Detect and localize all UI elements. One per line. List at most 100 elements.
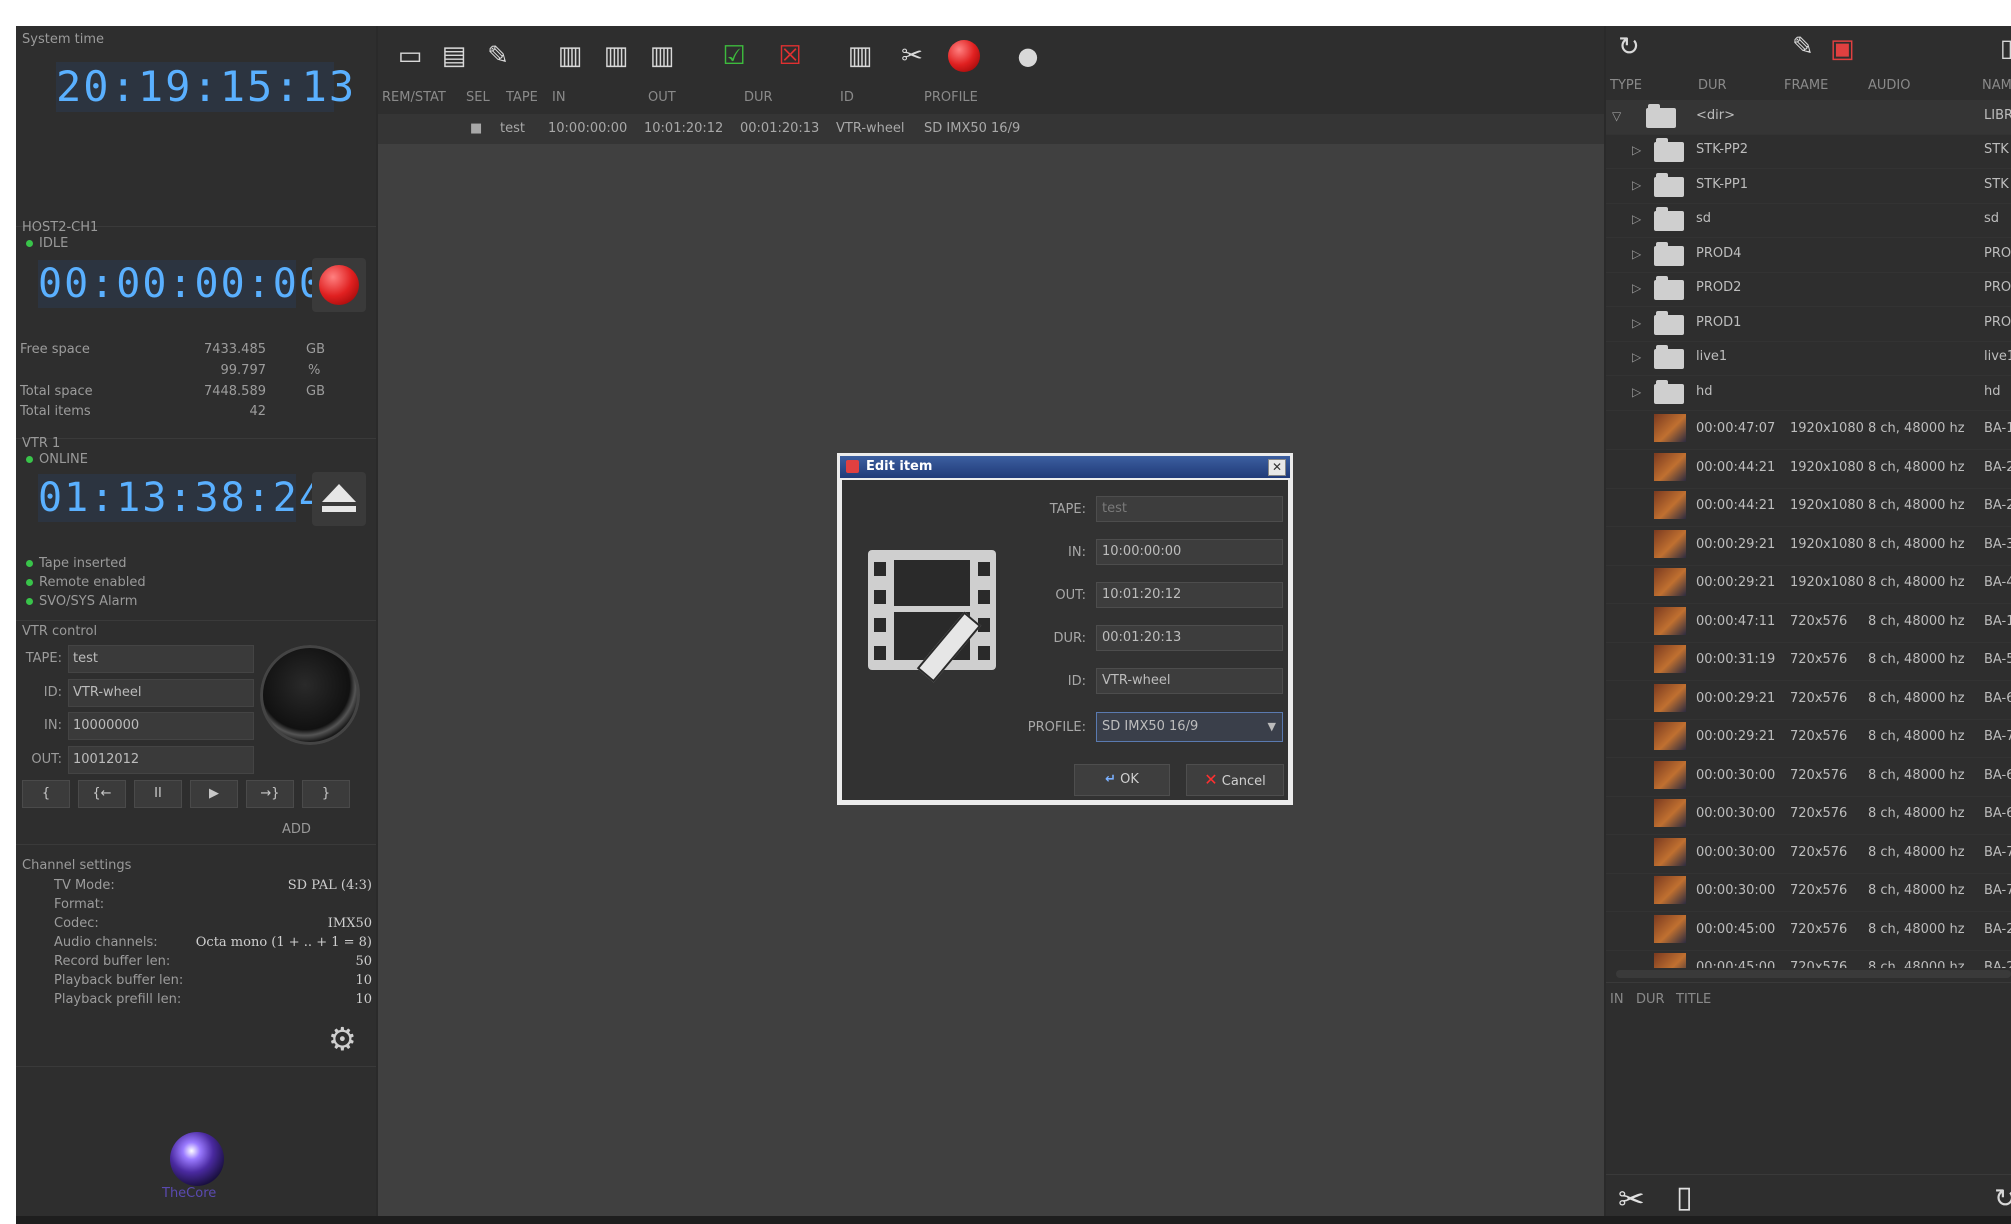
dialog-tape-input[interactable]: test (1096, 496, 1283, 522)
expand-arrow-icon[interactable]: ▷ (1632, 385, 1641, 399)
column-header[interactable]: DUR (1698, 78, 1727, 93)
bulb-icon[interactable]: ● (1010, 38, 1046, 74)
clip-audio: 8 ch, 48000 hz (1868, 690, 1965, 706)
tree-root-row[interactable]: ▽ <dir> LIBR (1606, 100, 2011, 135)
clip-row[interactable]: 00:00:47:11 720x576 8 ch, 48000 hz BA-1 (1606, 603, 2011, 643)
clip-row[interactable]: 00:00:45:00 720x576 8 ch, 48000 hz BA-2 (1606, 911, 2011, 951)
panel-menu-icon[interactable]: ▯ (2000, 34, 2011, 62)
expand-arrow-icon[interactable]: ▷ (1632, 316, 1641, 330)
expand-arrow-icon[interactable]: ▷ (1632, 350, 1641, 364)
dialog-id-input[interactable]: VTR-wheel (1096, 668, 1283, 694)
column-header[interactable]: SEL (466, 90, 490, 105)
expand-arrow-icon[interactable]: ▽ (1612, 109, 1621, 123)
clip-row[interactable]: 00:00:30:00 720x576 8 ch, 48000 hz BA-7 (1606, 872, 2011, 912)
cut-icon[interactable]: ✂ (894, 38, 930, 74)
expand-arrow-icon[interactable]: ▷ (1632, 281, 1641, 295)
folder-open-icon[interactable]: ▭ (392, 38, 428, 74)
film-add-icon[interactable]: ▥ (552, 38, 588, 74)
column-header[interactable]: NAM (1982, 78, 2011, 93)
folder-row[interactable]: ▷ sd sd (1606, 203, 2011, 238)
clip-row[interactable]: 00:00:44:21 1920x1080 8 ch, 48000 hz BA-2 (1606, 487, 2011, 527)
clip-row[interactable]: 00:00:44:21 1920x1080 8 ch, 48000 hz BA-2 (1606, 449, 2011, 489)
mark-out-button[interactable]: } (302, 780, 350, 808)
clip-row[interactable]: 00:00:29:21 1920x1080 8 ch, 48000 hz BA-3 (1606, 526, 2011, 566)
add-button[interactable]: ADD (282, 822, 311, 837)
record-icon[interactable] (946, 38, 982, 74)
expand-arrow-icon[interactable]: ▷ (1632, 247, 1641, 261)
jog-wheel[interactable] (260, 645, 360, 745)
folder-row[interactable]: ▷ PROD2 PRO (1606, 272, 2011, 307)
column-header[interactable]: REM/STAT (382, 90, 446, 105)
expand-arrow-icon[interactable]: ▷ (1632, 143, 1641, 157)
dialog-cancel-button[interactable]: ✕ Cancel (1186, 764, 1284, 796)
trash-icon[interactable]: ▯ (1676, 1180, 1693, 1215)
goto-out-button[interactable]: →} (246, 780, 294, 808)
clip-row[interactable]: 00:00:29:21 1920x1080 8 ch, 48000 hz BA-4 (1606, 564, 2011, 604)
edit-tool-icon[interactable]: ✎ (1792, 32, 1814, 62)
film-icon[interactable]: ▥ (842, 38, 878, 74)
clip-audio: 8 ch, 48000 hz (1868, 575, 1965, 590)
vtr-id-input[interactable]: VTR-wheel (68, 679, 254, 707)
column-header[interactable]: IN (1610, 992, 1624, 1007)
column-header[interactable]: TAPE (506, 90, 538, 105)
clip-audio: 8 ch, 48000 hz (1868, 921, 1965, 937)
clip-row[interactable]: 00:00:29:21 720x576 8 ch, 48000 hz BA-6 (1606, 680, 2011, 720)
column-header[interactable]: PROFILE (924, 90, 978, 105)
channel-record-button[interactable] (312, 258, 366, 312)
sync-icon[interactable]: ↻ (1994, 1184, 2011, 1214)
dialog-profile-select[interactable]: SD IMX50 16/9 ▼ (1096, 712, 1283, 742)
vtr-tape-input[interactable]: test (68, 645, 254, 673)
film-edit-icon[interactable]: ▥ (598, 38, 634, 74)
scissors-icon[interactable]: ✂ (1618, 1180, 1645, 1218)
clip-row[interactable]: 00:00:29:21 720x576 8 ch, 48000 hz BA-7 (1606, 718, 2011, 758)
settings-gear-icon[interactable]: ⚙ (328, 1020, 357, 1058)
column-header[interactable]: TYPE (1610, 78, 1642, 93)
clip-row[interactable]: 00:00:30:00 720x576 8 ch, 48000 hz BA-6 (1606, 757, 2011, 797)
column-header[interactable]: DUR (744, 90, 773, 105)
film-remove-icon[interactable]: ▥ (644, 38, 680, 74)
play-button[interactable]: ▶ (190, 780, 238, 808)
edit-icon[interactable]: ✎ (480, 38, 516, 74)
vtr-out-input[interactable]: 10012012 (68, 746, 254, 774)
eject-button[interactable] (312, 472, 366, 526)
column-header[interactable]: FRAME (1784, 78, 1828, 93)
clip-row[interactable]: 00:00:31:19 720x576 8 ch, 48000 hz BA-5 (1606, 641, 2011, 681)
column-header[interactable]: OUT (648, 90, 676, 105)
delete-icon[interactable]: ☒ (772, 38, 808, 74)
library-scrollbar[interactable] (1616, 970, 2011, 978)
delete-clip-icon[interactable]: ▣ (1830, 34, 1855, 64)
folder-row[interactable]: ▷ STK-PP1 STK (1606, 169, 2011, 204)
expand-arrow-icon[interactable]: ▷ (1632, 212, 1641, 226)
column-header[interactable]: AUDIO (1868, 78, 1911, 93)
row-sel[interactable]: ■ (470, 121, 482, 136)
column-header[interactable]: ID (840, 90, 854, 105)
dialog-dur-input[interactable]: 00:01:20:13 (1096, 625, 1283, 651)
dialog-out-input[interactable]: 10:01:20:12 (1096, 582, 1283, 608)
folder-row[interactable]: ▷ hd hd (1606, 376, 2011, 411)
column-header[interactable]: TITLE (1676, 992, 1711, 1007)
clip-row[interactable]: 00:00:45:00 720x576 8 ch, 48000 hz BA-2 (1606, 949, 2011, 968)
pause-button[interactable]: II (134, 780, 182, 808)
dialog-close-icon[interactable]: ✕ (1268, 459, 1286, 476)
clip-row[interactable]: 00:00:30:00 720x576 8 ch, 48000 hz BA-7 (1606, 834, 2011, 874)
goto-in-button[interactable]: {← (78, 780, 126, 808)
clip-row[interactable]: 00:00:30:00 720x576 8 ch, 48000 hz BA-6 (1606, 795, 2011, 835)
folder-row[interactable]: ▷ PROD1 PRO (1606, 307, 2011, 342)
save-icon[interactable]: ▤ (436, 38, 472, 74)
vtr-in-input[interactable]: 10000000 (68, 712, 254, 740)
folder-row[interactable]: ▷ STK-PP2 STK (1606, 134, 2011, 169)
refresh-icon[interactable]: ↻ (1618, 32, 1640, 62)
column-header[interactable]: IN (552, 90, 566, 105)
expand-arrow-icon[interactable]: ▷ (1632, 178, 1641, 192)
clip-row[interactable]: 00:00:47:07 1920x1080 8 ch, 48000 hz BA-1 (1606, 410, 2011, 450)
dialog-body: TAPE: test IN: 10:00:00:00 OUT: 10:01:20… (842, 480, 1288, 800)
folder-row[interactable]: ▷ PROD4 PRO (1606, 238, 2011, 273)
dialog-in-input[interactable]: 10:00:00:00 (1096, 539, 1283, 565)
mark-in-button[interactable]: { (22, 780, 70, 808)
folder-row[interactable]: ▷ live1 live1 (1606, 341, 2011, 376)
dialog-titlebar[interactable]: Edit item ✕ (840, 456, 1290, 478)
dialog-ok-button[interactable]: ↵ OK (1074, 764, 1170, 796)
column-header[interactable]: DUR (1636, 992, 1665, 1007)
check-icon[interactable]: ☑ (716, 38, 752, 74)
playlist-row[interactable]: ■ test 10:00:00:00 10:01:20:12 00:01:20:… (378, 114, 1604, 144)
